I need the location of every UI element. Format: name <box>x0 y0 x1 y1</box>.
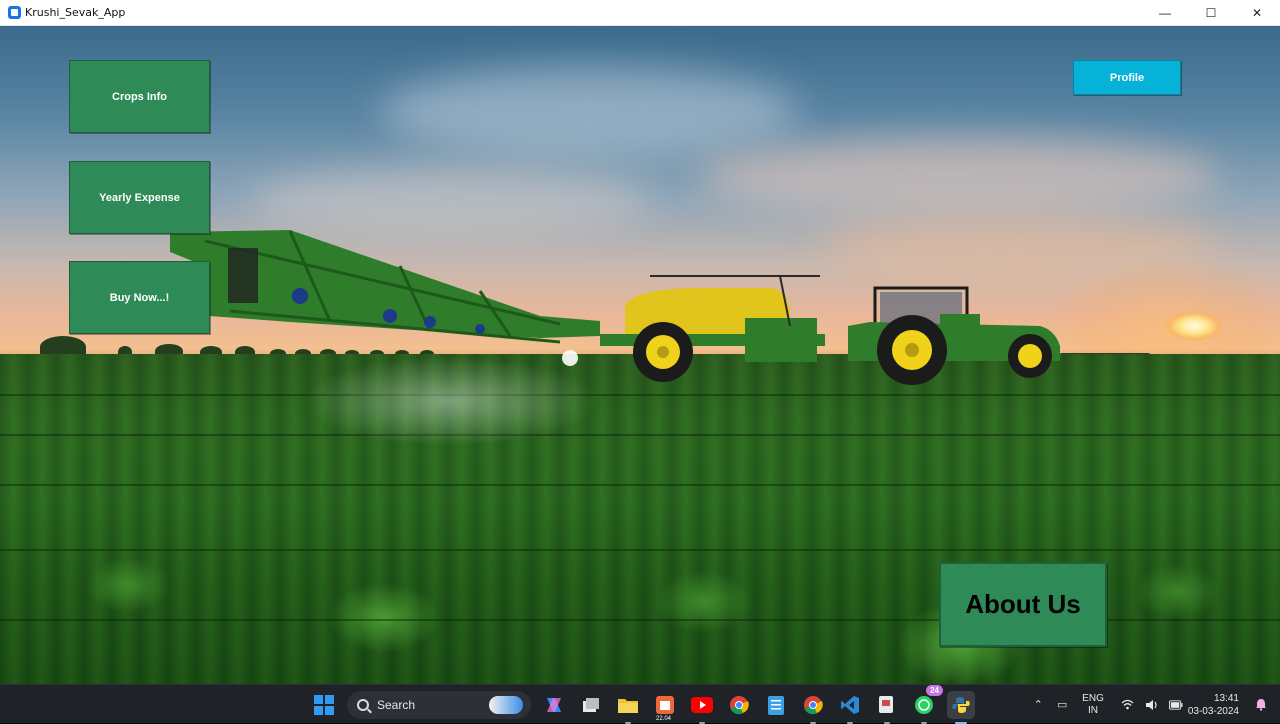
window-title: Krushi_Sevak_App <box>25 6 126 19</box>
crops-info-button[interactable]: Crops Info <box>69 60 210 133</box>
notification-bell-icon[interactable] <box>1254 699 1268 711</box>
system-tray: ⌃ ▭ ENG IN 13:41 03-03-2024 <box>1026 685 1280 724</box>
clock-time: 13:41 <box>1213 692 1239 704</box>
search-highlight-icon <box>489 695 523 714</box>
close-button[interactable]: ✕ <box>1234 0 1280 26</box>
file-explorer-icon[interactable] <box>614 691 642 724</box>
task-view-icon[interactable] <box>577 691 605 719</box>
calendar-app-icon[interactable]: 22.04 <box>651 691 679 722</box>
python-app-icon[interactable] <box>947 690 975 724</box>
taskbar-clock[interactable]: 13:41 03-03-2024 <box>1188 692 1239 718</box>
clock-date: 03-03-2024 <box>1187 705 1239 717</box>
window-controls: — ☐ ✕ <box>1142 0 1280 26</box>
wifi-icon[interactable] <box>1121 699 1135 711</box>
profile-button[interactable]: Profile <box>1073 60 1181 95</box>
language-line2: IN <box>1088 704 1098 716</box>
copilot-icon[interactable] <box>540 691 568 719</box>
notepad-icon[interactable] <box>762 691 790 719</box>
taskbar-apps: Search 22.04 24 <box>310 684 975 724</box>
vscode-icon[interactable] <box>836 691 864 724</box>
search-icon <box>357 698 369 711</box>
calendar-badge: 22.04 <box>656 715 672 722</box>
volume-icon[interactable] <box>1145 699 1159 711</box>
yearly-expense-button[interactable]: Yearly Expense <box>69 161 210 234</box>
minimize-button[interactable]: — <box>1142 0 1188 26</box>
search-label: Search <box>377 697 416 712</box>
window-titlebar: Krushi_Sevak_App — ☐ ✕ <box>0 0 1280 26</box>
taskbar-search[interactable]: Search <box>347 690 531 719</box>
maximize-button[interactable]: ☐ <box>1188 0 1234 26</box>
battery-icon[interactable] <box>1168 699 1183 711</box>
youtube-icon[interactable] <box>688 691 716 724</box>
snipping-tool-icon[interactable] <box>873 691 901 724</box>
display-icon[interactable]: ▭ <box>1055 699 1069 711</box>
about-us-button[interactable]: About Us <box>939 562 1107 647</box>
language-line1: ENG <box>1082 692 1104 704</box>
windows-taskbar: Search 22.04 24 ⌃ ▭ ENG IN 13:41 03-03-2… <box>0 684 1280 724</box>
buy-now-button[interactable]: Buy Now...! <box>69 261 210 334</box>
chrome-profile-icon[interactable] <box>799 691 827 724</box>
language-indicator[interactable]: ENG IN <box>1082 693 1104 717</box>
whatsapp-badge: 24 <box>926 684 943 696</box>
start-icon[interactable] <box>310 691 338 719</box>
chevron-up-icon[interactable]: ⌃ <box>1031 699 1045 711</box>
whatsapp-icon[interactable]: 24 <box>910 684 943 724</box>
chrome-icon[interactable] <box>725 691 753 719</box>
app-icon <box>8 6 21 19</box>
